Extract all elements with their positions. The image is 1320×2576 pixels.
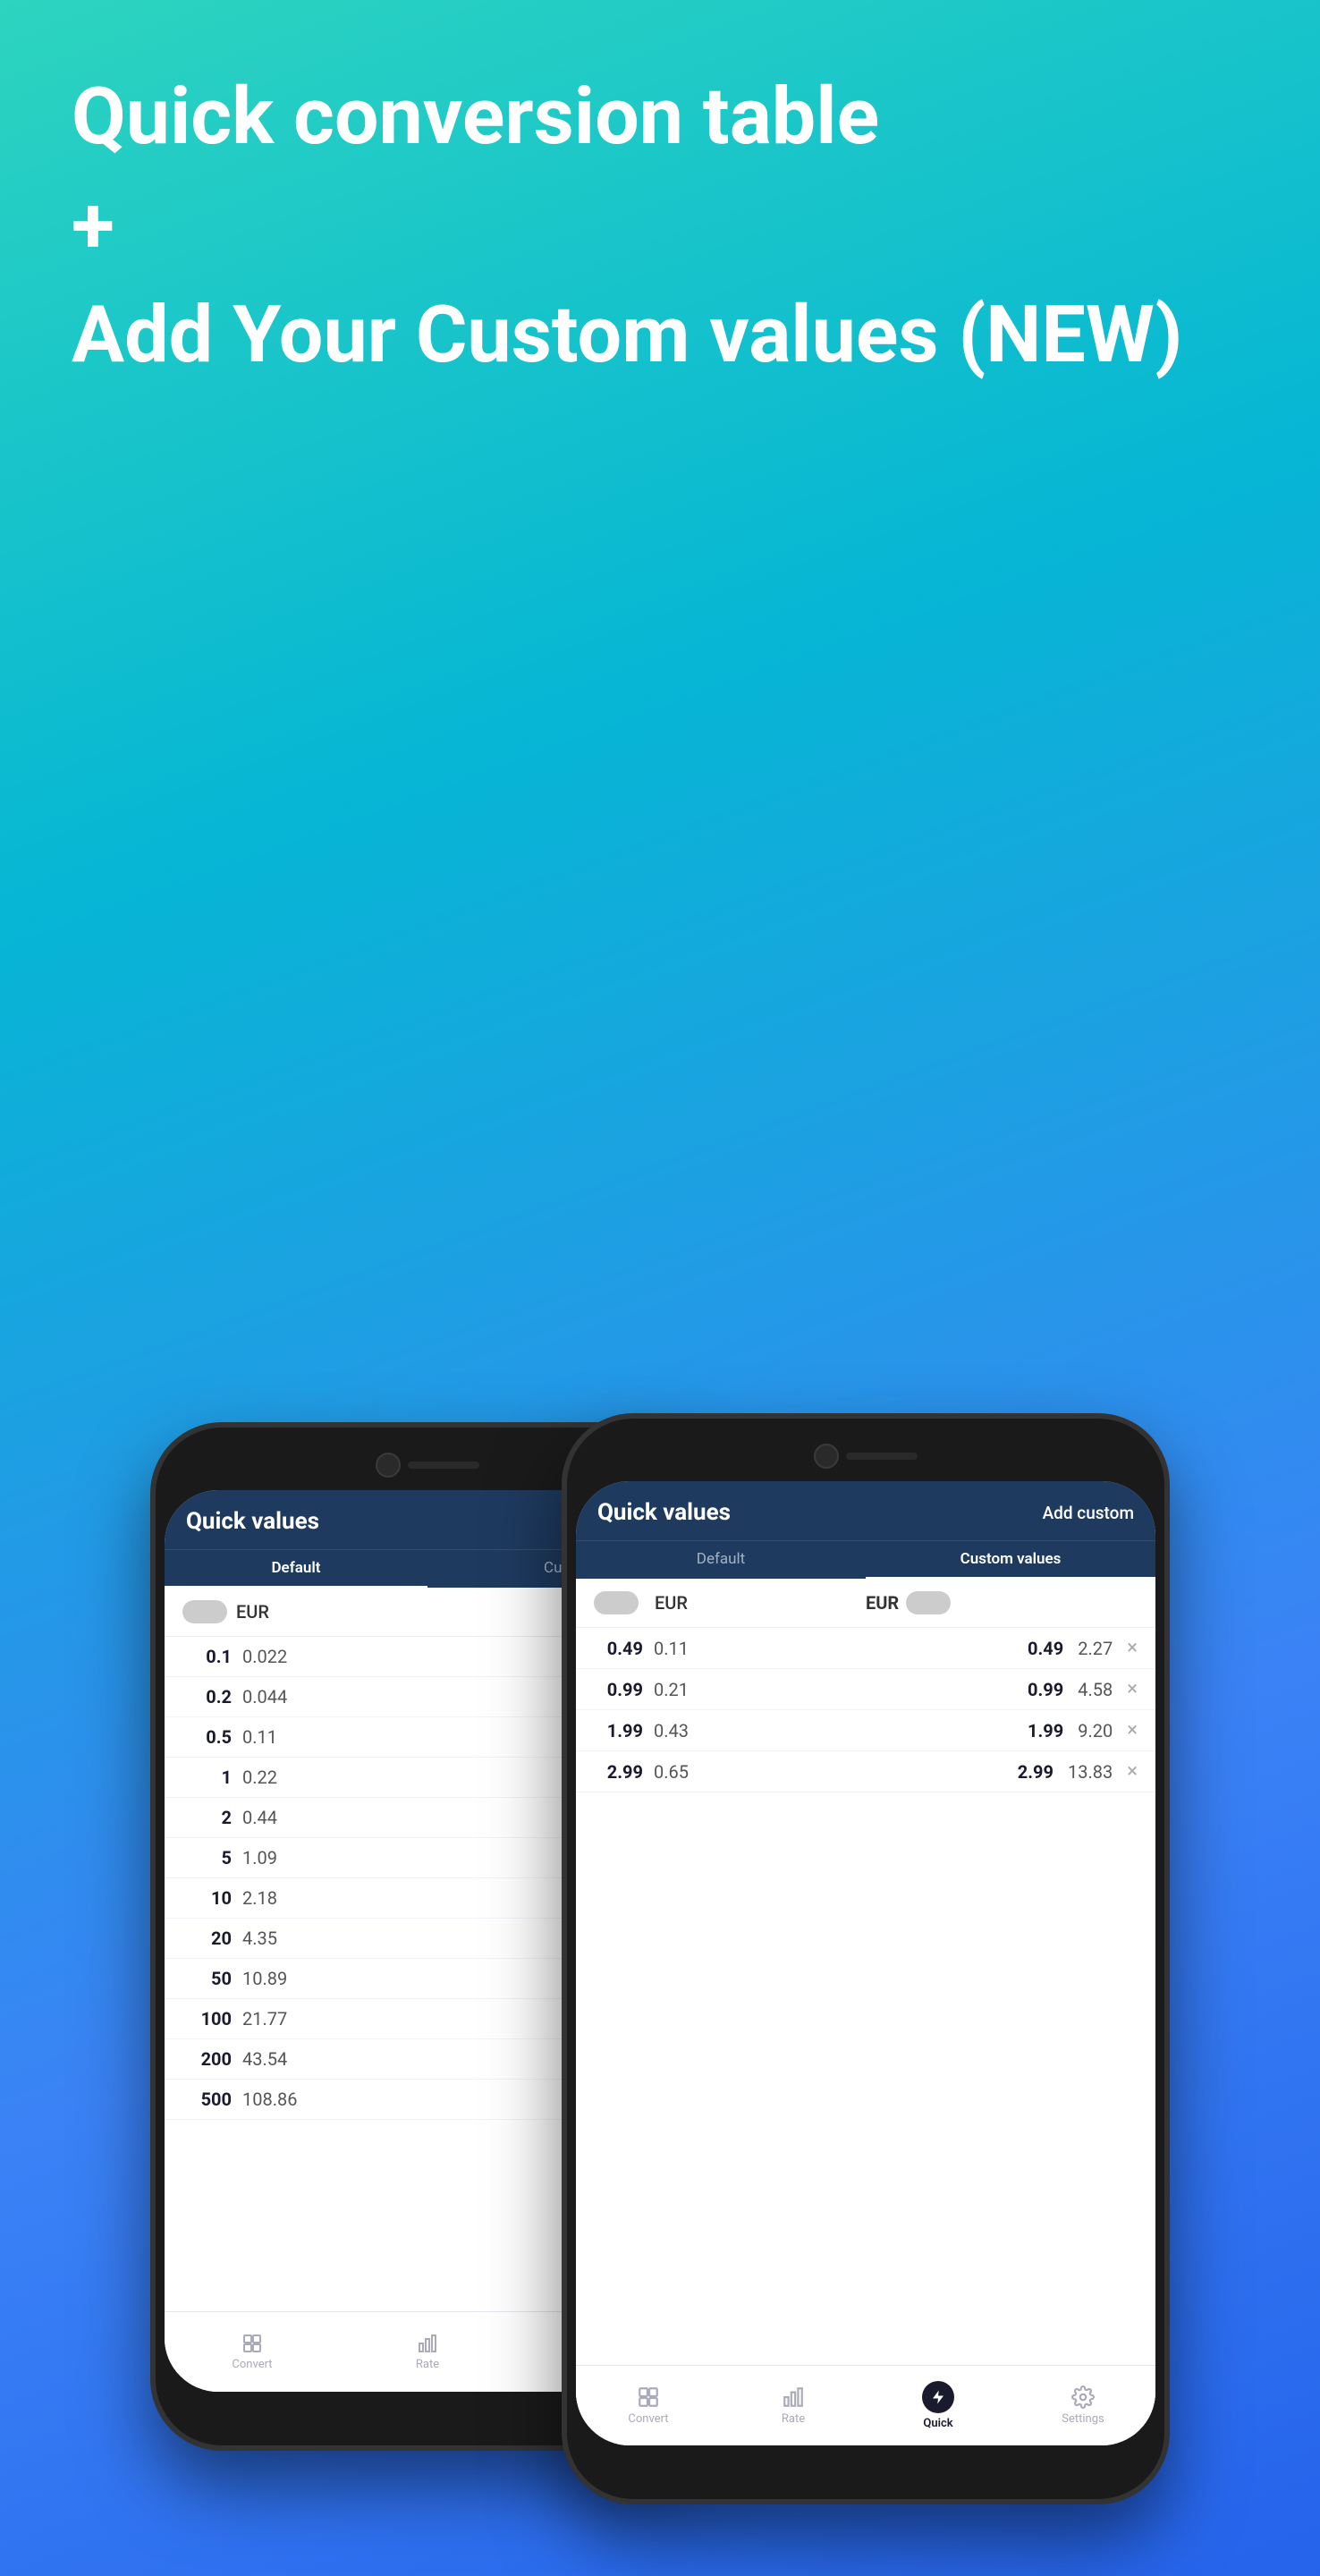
- nav-rate-label-right: Rate: [782, 2412, 805, 2426]
- add-custom-button[interactable]: Add custom: [1043, 1503, 1134, 1523]
- nav-convert-label-left: Convert: [232, 2358, 272, 2371]
- toggle-eur-right-right[interactable]: [906, 1591, 951, 1614]
- two-col-row-3: 1.99 0.43 1.99 9.20 ×: [576, 1710, 1155, 1751]
- close-row-3[interactable]: ×: [1127, 1719, 1138, 1741]
- app-right-content: Quick values Add custom Default Custom v…: [576, 1481, 1155, 2445]
- nav-rate-label-left: Rate: [416, 2358, 439, 2371]
- phone-right-camera: [814, 1444, 918, 1469]
- close-row-2[interactable]: ×: [1127, 1678, 1138, 1700]
- rate-icon: [417, 2333, 438, 2354]
- two-col-row-4: 2.99 0.65 2.99 13.83 ×: [576, 1751, 1155, 1792]
- nav-convert-left[interactable]: Convert: [165, 2333, 340, 2371]
- convert-icon-right: [637, 2385, 660, 2409]
- tab-custom-right[interactable]: Custom values: [866, 1541, 1155, 1579]
- two-col-row-1: 0.49 0.11 0.49 2.27 ×: [576, 1628, 1155, 1669]
- rate-icon-right: [782, 2385, 805, 2409]
- currency-from-left: EUR: [236, 1601, 269, 1623]
- camera-lens-right: [814, 1444, 839, 1469]
- nav-settings-right[interactable]: Settings: [1011, 2385, 1155, 2426]
- toggle-eur-left[interactable]: [182, 1600, 227, 1623]
- currency-from-right: EUR: [655, 1592, 688, 1614]
- phone-left-camera: [376, 1453, 479, 1478]
- hero-subtitle: Add Your Custom values (NEW): [72, 290, 1248, 380]
- phone-right: Quick values Add custom Default Custom v…: [562, 1413, 1170, 2504]
- two-col-row-2: 0.99 0.21 0.99 4.58 ×: [576, 1669, 1155, 1710]
- nav-convert-label-right: Convert: [628, 2412, 668, 2426]
- close-row-1[interactable]: ×: [1127, 1637, 1138, 1659]
- currency-header-right: EUR EUR: [576, 1579, 1155, 1628]
- scroll-area-right: 0.49 0.11 0.49 2.27 × 0.99 0.21: [576, 1628, 1155, 2445]
- app-right-title: Quick values: [597, 1499, 731, 1526]
- bottom-nav-right: Convert Rate: [576, 2365, 1155, 2445]
- camera-lens-left: [376, 1453, 401, 1478]
- phone-right-screen: Quick values Add custom Default Custom v…: [576, 1481, 1155, 2445]
- quick-icon-right: [922, 2381, 954, 2413]
- close-row-4[interactable]: ×: [1127, 1760, 1138, 1783]
- nav-quick-right[interactable]: Quick: [866, 2381, 1011, 2430]
- speaker-bar-left: [408, 1462, 479, 1469]
- nav-convert-right[interactable]: Convert: [576, 2385, 721, 2426]
- nav-quick-label-right: Quick: [923, 2417, 952, 2430]
- toggle-eur-right-left[interactable]: [594, 1591, 639, 1614]
- app-right-tabs: Default Custom values: [576, 1540, 1155, 1579]
- phones-container: Quick values Default Cu... EUR EUR 0.1: [0, 1413, 1320, 2504]
- currency-to-right: EUR: [866, 1592, 899, 1614]
- nav-settings-label-right: Settings: [1062, 2412, 1104, 2426]
- tab-default-left[interactable]: Default: [165, 1550, 427, 1588]
- hero-section: Quick conversion table + Add Your Custom…: [0, 0, 1320, 416]
- nav-rate-right[interactable]: Rate: [721, 2385, 866, 2426]
- app-right-header: Quick values Add custom: [576, 1481, 1155, 1540]
- app-left-title: Quick values: [186, 1508, 319, 1535]
- nav-rate-left[interactable]: Rate: [340, 2333, 515, 2371]
- convert-icon: [241, 2333, 263, 2354]
- hero-plus: +: [72, 180, 1248, 272]
- hero-title: Quick conversion table: [72, 72, 1248, 162]
- settings-icon-right: [1071, 2385, 1095, 2409]
- tab-default-right[interactable]: Default: [576, 1541, 866, 1579]
- speaker-bar-right: [846, 1453, 918, 1460]
